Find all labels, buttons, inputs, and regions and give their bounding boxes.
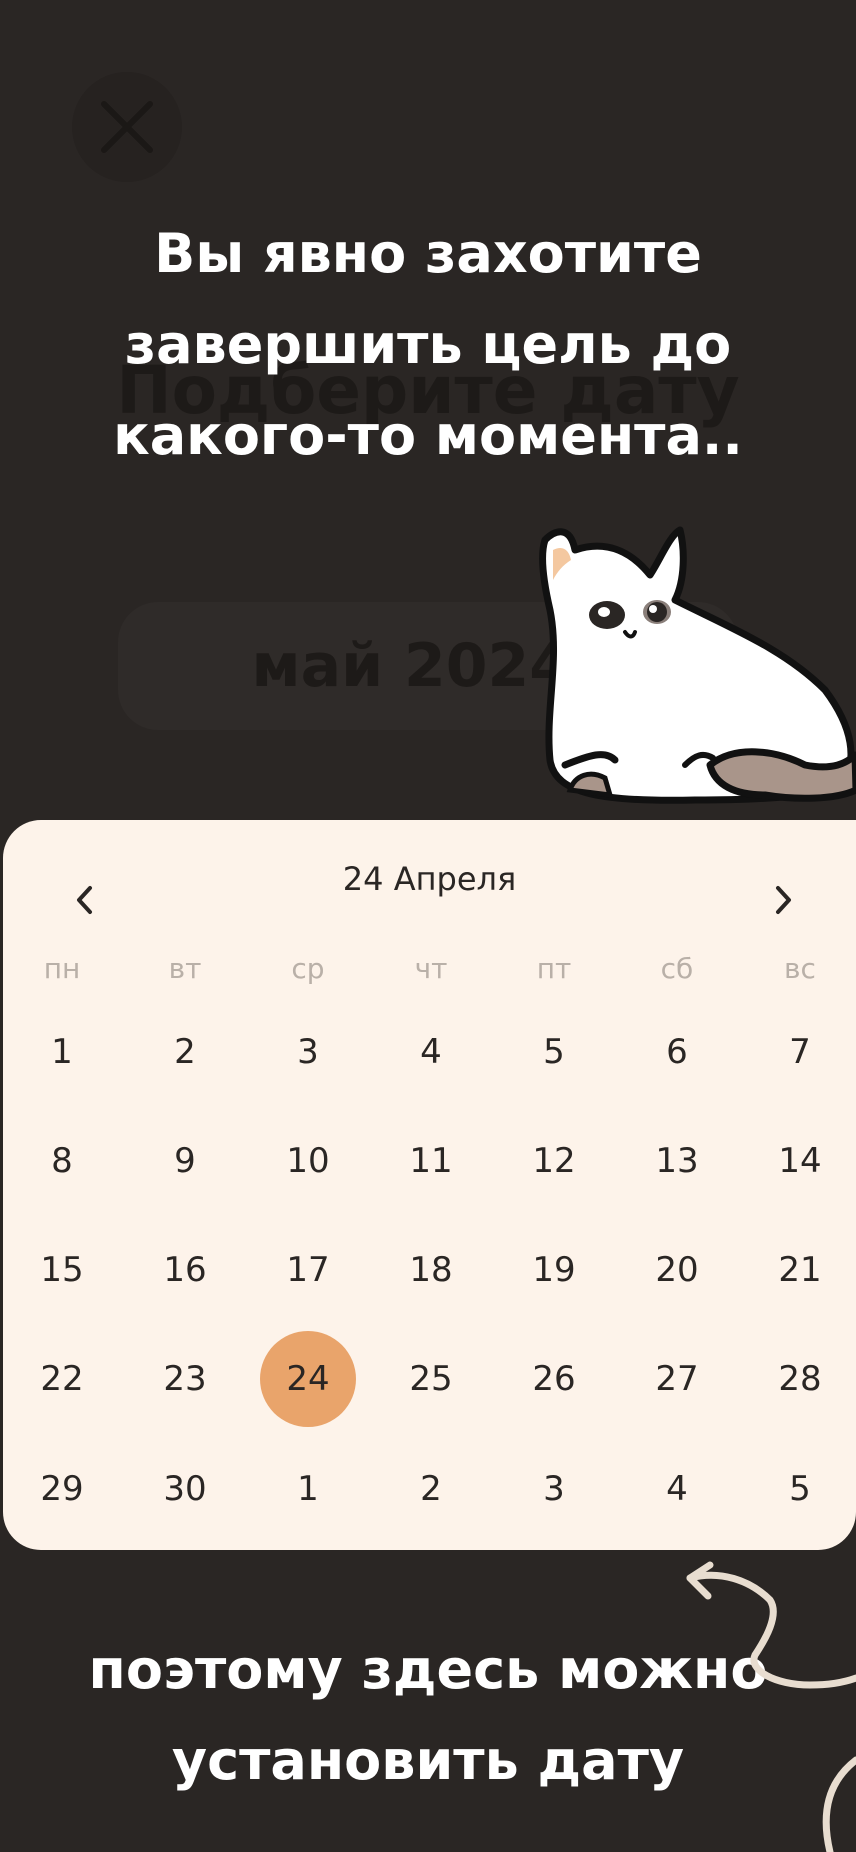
calendar-day[interactable]: 1: [258, 1459, 358, 1519]
calendar-day[interactable]: 18: [381, 1240, 481, 1300]
calendar-day[interactable]: 20: [627, 1240, 727, 1300]
hint-line: Вы явно захотите: [154, 222, 702, 285]
weekday-label: пт: [536, 952, 572, 985]
calendar-day[interactable]: 7: [750, 1022, 850, 1082]
calendar-day[interactable]: 16: [135, 1240, 235, 1300]
calendar-day[interactable]: 3: [258, 1022, 358, 1082]
chevron-right-icon: [776, 886, 791, 914]
weekday-label: ср: [291, 952, 325, 985]
calendar-day[interactable]: 8: [12, 1131, 112, 1191]
calendar-day[interactable]: 30: [135, 1459, 235, 1519]
calendar-header: 24 Апреля: [3, 820, 856, 940]
calendar-day[interactable]: 29: [12, 1459, 112, 1519]
calendar-day[interactable]: 10: [258, 1131, 358, 1191]
calendar-day[interactable]: 5: [504, 1022, 604, 1082]
calendar-day[interactable]: 4: [627, 1459, 727, 1519]
calendar-day[interactable]: 19: [504, 1240, 604, 1300]
weekday-label: пн: [43, 952, 81, 985]
calendar-day[interactable]: 26: [504, 1349, 604, 1409]
close-icon: [101, 101, 153, 153]
calendar-day[interactable]: 4: [381, 1022, 481, 1082]
calendar-title: 24 Апреля: [342, 860, 517, 898]
calendar-day[interactable]: 23: [135, 1349, 235, 1409]
calendar-day[interactable]: 5: [750, 1459, 850, 1519]
calendar-day[interactable]: 11: [381, 1131, 481, 1191]
calendar-day[interactable]: 1: [12, 1022, 112, 1082]
calendar-day[interactable]: 12: [504, 1131, 604, 1191]
calendar-day[interactable]: 25: [381, 1349, 481, 1409]
onboarding-hint-top: Вы явно захотите завершить цель до каког…: [0, 208, 856, 481]
calendar-day[interactable]: 22: [12, 1349, 112, 1409]
calendar-day[interactable]: 27: [627, 1349, 727, 1409]
weekday-label: вт: [168, 952, 202, 985]
calendar-day[interactable]: 2: [381, 1459, 481, 1519]
weekday-label: сб: [660, 952, 694, 985]
next-month-button[interactable]: [763, 880, 803, 920]
weekday-label: чт: [414, 952, 448, 985]
calendar-day[interactable]: 28: [750, 1349, 850, 1409]
calendar-day-selected[interactable]: 24: [260, 1331, 356, 1427]
calendar-day[interactable]: 17: [258, 1240, 358, 1300]
close-button[interactable]: [72, 72, 182, 182]
weekday-label: вс: [784, 952, 816, 985]
cat-illustration: [539, 526, 856, 804]
curved-arrow-icon: [686, 1561, 856, 1852]
calendar-day[interactable]: 9: [135, 1131, 235, 1191]
calendar-day[interactable]: 15: [12, 1240, 112, 1300]
calendar-day[interactable]: 6: [627, 1022, 727, 1082]
calendar-day[interactable]: 2: [135, 1022, 235, 1082]
hint-line: завершить цель до: [124, 313, 732, 376]
calendar-day[interactable]: 14: [750, 1131, 850, 1191]
calendar-day[interactable]: 13: [627, 1131, 727, 1191]
hint-line: какого-то момента..: [113, 404, 743, 467]
calendar-day[interactable]: 3: [504, 1459, 604, 1519]
calendar-day[interactable]: 21: [750, 1240, 850, 1300]
